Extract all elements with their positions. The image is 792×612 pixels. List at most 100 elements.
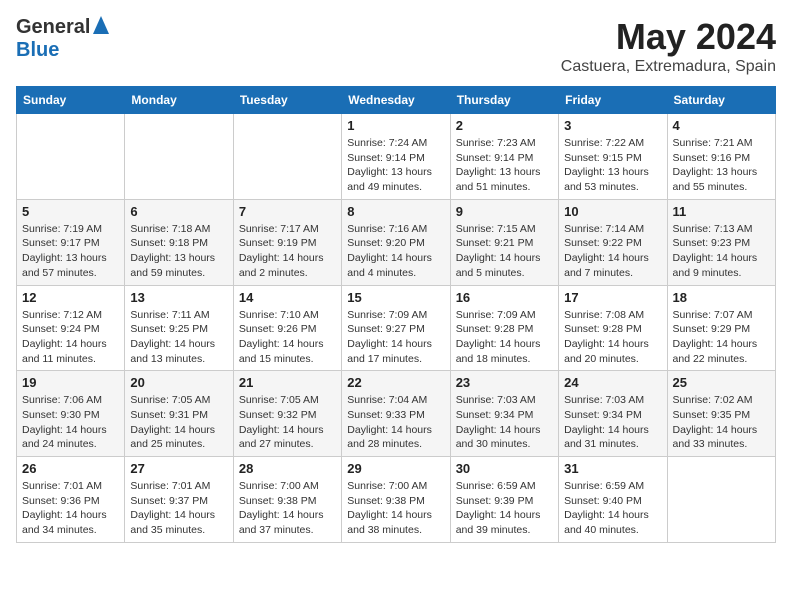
calendar-cell: 13 Sunrise: 7:11 AM Sunset: 9:25 PM Dayli… bbox=[125, 285, 233, 371]
day-number: 1 bbox=[347, 118, 444, 133]
day-info: Sunrise: 7:03 AM Sunset: 9:34 PM Dayligh… bbox=[564, 393, 661, 452]
calendar-cell bbox=[667, 457, 775, 543]
day-info: Sunrise: 7:12 AM Sunset: 9:24 PM Dayligh… bbox=[22, 308, 119, 367]
day-info: Sunrise: 7:08 AM Sunset: 9:28 PM Dayligh… bbox=[564, 308, 661, 367]
calendar-cell: 4Sunrise: 7:21 AM Sunset: 9:16 PM Daylig… bbox=[667, 114, 775, 200]
calendar-cell: 10 Sunrise: 7:14 AM Sunset: 9:22 PM Dayli… bbox=[559, 199, 667, 285]
day-info: Sunrise: 7:14 AM Sunset: 9:22 PM Dayligh… bbox=[564, 222, 661, 281]
calendar-cell: 26 Sunrise: 7:01 AM Sunset: 9:36 PM Dayli… bbox=[17, 457, 125, 543]
day-number: 3 bbox=[564, 118, 661, 133]
calendar-cell: 1 Sunrise: 7:24 AM Sunset: 9:14 PM Daylig… bbox=[342, 114, 450, 200]
day-info: Sunrise: 7:03 AM Sunset: 9:34 PM Dayligh… bbox=[456, 393, 553, 452]
calendar-cell: 16 Sunrise: 7:09 AM Sunset: 9:28 PM Dayli… bbox=[450, 285, 558, 371]
day-number: 20 bbox=[130, 375, 227, 390]
day-info: Sunrise: 6:59 AM Sunset: 9:39 PM Dayligh… bbox=[456, 479, 553, 538]
day-info: Sunrise: 6:59 AM Sunset: 9:40 PM Dayligh… bbox=[564, 479, 661, 538]
day-number: 7 bbox=[239, 204, 336, 219]
day-number: 23 bbox=[456, 375, 553, 390]
day-number: 2 bbox=[456, 118, 553, 133]
logo-triangle-icon bbox=[93, 16, 109, 39]
calendar-title: May 2024 bbox=[561, 16, 776, 58]
calendar-cell: 31 Sunrise: 6:59 AM Sunset: 9:40 PM Dayli… bbox=[559, 457, 667, 543]
day-number: 29 bbox=[347, 461, 444, 476]
calendar-cell: 6 Sunrise: 7:18 AM Sunset: 9:18 PM Daylig… bbox=[125, 199, 233, 285]
day-info: Sunrise: 7:07 AM Sunset: 9:29 PM Dayligh… bbox=[673, 308, 770, 367]
day-number: 18 bbox=[673, 290, 770, 305]
day-info: Sunrise: 7:01 AM Sunset: 9:37 PM Dayligh… bbox=[130, 479, 227, 538]
calendar-header-row: SundayMondayTuesdayWednesdayThursdayFrid… bbox=[17, 87, 776, 114]
calendar-cell: 18 Sunrise: 7:07 AM Sunset: 9:29 PM Dayli… bbox=[667, 285, 775, 371]
logo-general-text: General bbox=[16, 16, 90, 39]
calendar-cell: 25 Sunrise: 7:02 AM Sunset: 9:35 PM Dayli… bbox=[667, 371, 775, 457]
day-info: Sunrise: 7:22 AM Sunset: 9:15 PM Dayligh… bbox=[564, 136, 661, 195]
calendar-cell: 27 Sunrise: 7:01 AM Sunset: 9:37 PM Dayli… bbox=[125, 457, 233, 543]
day-number: 15 bbox=[347, 290, 444, 305]
day-number: 11 bbox=[673, 204, 770, 219]
day-info: Sunrise: 7:21 AM Sunset: 9:16 PM Dayligh… bbox=[673, 136, 770, 195]
calendar-cell bbox=[125, 114, 233, 200]
day-info: Sunrise: 7:23 AM Sunset: 9:14 PM Dayligh… bbox=[456, 136, 553, 195]
day-info: Sunrise: 7:06 AM Sunset: 9:30 PM Dayligh… bbox=[22, 393, 119, 452]
logo-blue-text: Blue bbox=[16, 39, 59, 61]
day-info: Sunrise: 7:13 AM Sunset: 9:23 PM Dayligh… bbox=[673, 222, 770, 281]
day-number: 12 bbox=[22, 290, 119, 305]
day-of-week-header: Sunday bbox=[17, 87, 125, 114]
calendar-cell bbox=[233, 114, 341, 200]
day-info: Sunrise: 7:18 AM Sunset: 9:18 PM Dayligh… bbox=[130, 222, 227, 281]
day-info: Sunrise: 7:11 AM Sunset: 9:25 PM Dayligh… bbox=[130, 308, 227, 367]
day-number: 28 bbox=[239, 461, 336, 476]
calendar-week-row: 1 Sunrise: 7:24 AM Sunset: 9:14 PM Daylig… bbox=[17, 114, 776, 200]
day-info: Sunrise: 7:10 AM Sunset: 9:26 PM Dayligh… bbox=[239, 308, 336, 367]
calendar-cell: 22 Sunrise: 7:04 AM Sunset: 9:33 PM Dayli… bbox=[342, 371, 450, 457]
day-info: Sunrise: 7:09 AM Sunset: 9:27 PM Dayligh… bbox=[347, 308, 444, 367]
day-info: Sunrise: 7:05 AM Sunset: 9:31 PM Dayligh… bbox=[130, 393, 227, 452]
calendar-cell: 30 Sunrise: 6:59 AM Sunset: 9:39 PM Dayli… bbox=[450, 457, 558, 543]
day-info: Sunrise: 7:15 AM Sunset: 9:21 PM Dayligh… bbox=[456, 222, 553, 281]
day-number: 10 bbox=[564, 204, 661, 219]
day-number: 22 bbox=[347, 375, 444, 390]
day-info: Sunrise: 7:24 AM Sunset: 9:14 PM Dayligh… bbox=[347, 136, 444, 195]
day-info: Sunrise: 7:05 AM Sunset: 9:32 PM Dayligh… bbox=[239, 393, 336, 452]
calendar-cell: 8 Sunrise: 7:16 AM Sunset: 9:20 PM Daylig… bbox=[342, 199, 450, 285]
calendar-cell: 12 Sunrise: 7:12 AM Sunset: 9:24 PM Dayli… bbox=[17, 285, 125, 371]
day-info: Sunrise: 7:17 AM Sunset: 9:19 PM Dayligh… bbox=[239, 222, 336, 281]
day-info: Sunrise: 7:00 AM Sunset: 9:38 PM Dayligh… bbox=[347, 479, 444, 538]
day-number: 26 bbox=[22, 461, 119, 476]
day-info: Sunrise: 7:00 AM Sunset: 9:38 PM Dayligh… bbox=[239, 479, 336, 538]
calendar-cell: 14 Sunrise: 7:10 AM Sunset: 9:26 PM Dayli… bbox=[233, 285, 341, 371]
calendar-cell: 29 Sunrise: 7:00 AM Sunset: 9:38 PM Dayli… bbox=[342, 457, 450, 543]
day-number: 24 bbox=[564, 375, 661, 390]
calendar-cell: 3 Sunrise: 7:22 AM Sunset: 9:15 PM Daylig… bbox=[559, 114, 667, 200]
day-of-week-header: Tuesday bbox=[233, 87, 341, 114]
day-number: 27 bbox=[130, 461, 227, 476]
day-number: 8 bbox=[347, 204, 444, 219]
day-info: Sunrise: 7:02 AM Sunset: 9:35 PM Dayligh… bbox=[673, 393, 770, 452]
calendar-cell: 11 Sunrise: 7:13 AM Sunset: 9:23 PM Dayli… bbox=[667, 199, 775, 285]
day-of-week-header: Thursday bbox=[450, 87, 558, 114]
day-info: Sunrise: 7:09 AM Sunset: 9:28 PM Dayligh… bbox=[456, 308, 553, 367]
calendar-cell: 24 Sunrise: 7:03 AM Sunset: 9:34 PM Dayli… bbox=[559, 371, 667, 457]
calendar-cell: 20 Sunrise: 7:05 AM Sunset: 9:31 PM Dayli… bbox=[125, 371, 233, 457]
day-info: Sunrise: 7:01 AM Sunset: 9:36 PM Dayligh… bbox=[22, 479, 119, 538]
day-number: 6 bbox=[130, 204, 227, 219]
calendar-cell: 9 Sunrise: 7:15 AM Sunset: 9:21 PM Daylig… bbox=[450, 199, 558, 285]
day-number: 13 bbox=[130, 290, 227, 305]
calendar-location: Castuera, Extremadura, Spain bbox=[561, 58, 776, 76]
day-number: 9 bbox=[456, 204, 553, 219]
calendar-cell: 5Sunrise: 7:19 AM Sunset: 9:17 PM Daylig… bbox=[17, 199, 125, 285]
day-number: 16 bbox=[456, 290, 553, 305]
calendar-cell: 23 Sunrise: 7:03 AM Sunset: 9:34 PM Dayli… bbox=[450, 371, 558, 457]
day-number: 31 bbox=[564, 461, 661, 476]
day-number: 25 bbox=[673, 375, 770, 390]
day-of-week-header: Monday bbox=[125, 87, 233, 114]
day-number: 14 bbox=[239, 290, 336, 305]
day-number: 30 bbox=[456, 461, 553, 476]
page-header: General Blue May 2024 Castuera, Extremad… bbox=[16, 16, 776, 76]
calendar-week-row: 5Sunrise: 7:19 AM Sunset: 9:17 PM Daylig… bbox=[17, 199, 776, 285]
day-number: 5 bbox=[22, 204, 119, 219]
calendar-cell: 21Sunrise: 7:05 AM Sunset: 9:32 PM Dayli… bbox=[233, 371, 341, 457]
day-number: 19 bbox=[22, 375, 119, 390]
day-info: Sunrise: 7:04 AM Sunset: 9:33 PM Dayligh… bbox=[347, 393, 444, 452]
day-info: Sunrise: 7:16 AM Sunset: 9:20 PM Dayligh… bbox=[347, 222, 444, 281]
calendar-cell: 7 Sunrise: 7:17 AM Sunset: 9:19 PM Daylig… bbox=[233, 199, 341, 285]
